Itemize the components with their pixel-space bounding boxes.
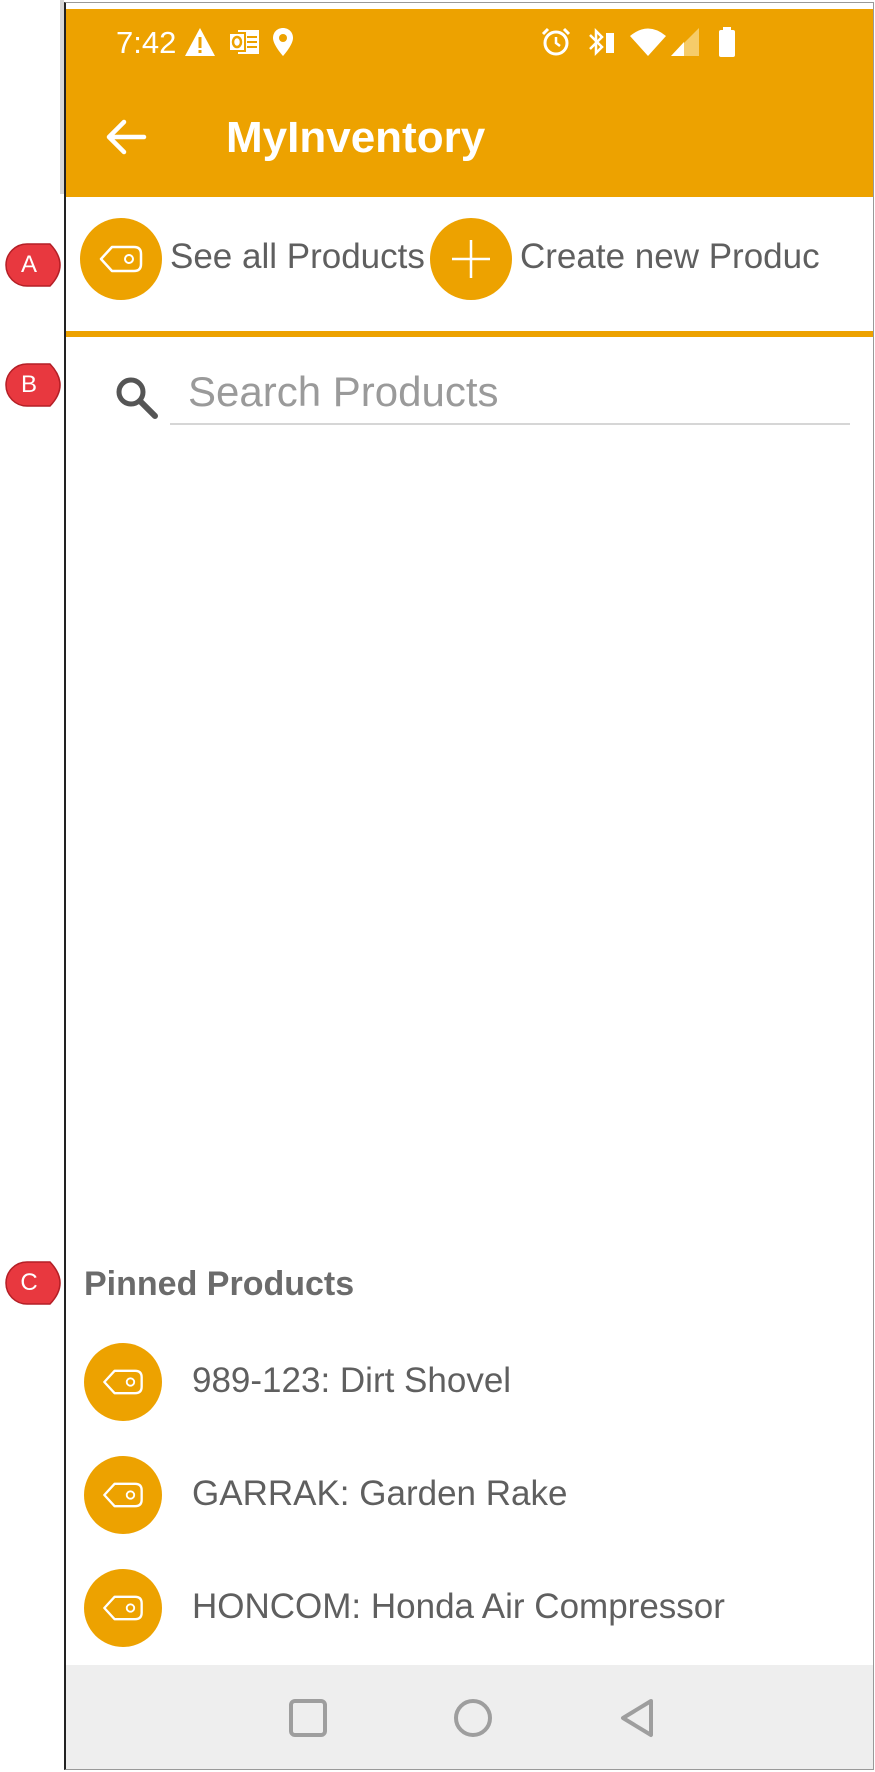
see-all-products-icon-circle xyxy=(80,218,162,300)
callout-b-label: B xyxy=(20,371,37,398)
system-nav-bar xyxy=(66,1665,873,1769)
status-bar: 7:42 xyxy=(66,9,873,79)
status-time: 7:42 xyxy=(116,25,177,60)
pinned-product-item[interactable]: HONCOM: Honda Air Compressor xyxy=(84,1569,844,1649)
tag-icon xyxy=(103,1595,143,1621)
warning-icon xyxy=(185,28,215,56)
tag-icon xyxy=(99,245,143,273)
location-icon xyxy=(273,28,293,56)
tag-icon xyxy=(103,1369,143,1395)
pinned-products-title: Pinned Products xyxy=(84,1265,355,1303)
pinned-product-icon-circle xyxy=(84,1569,162,1647)
search-icon xyxy=(116,377,158,419)
callout-b: B xyxy=(4,362,61,408)
pinned-product-label: 989-123: Dirt Shovel xyxy=(192,1361,512,1400)
bluetooth-icon xyxy=(589,27,614,57)
battery-icon xyxy=(719,27,735,57)
outlook-icon xyxy=(228,30,259,54)
callout-c: C xyxy=(4,1260,61,1306)
see-all-products-label: See all Products xyxy=(170,237,425,276)
recents-square-icon[interactable] xyxy=(283,1693,333,1743)
search-input[interactable] xyxy=(170,361,850,425)
home-circle-icon[interactable] xyxy=(448,1693,498,1743)
pinned-product-item[interactable]: GARRAK: Garden Rake xyxy=(84,1456,844,1536)
create-new-product-icon-circle xyxy=(430,218,512,300)
pinned-product-label: HONCOM: Honda Air Compressor xyxy=(192,1587,725,1626)
signal-icon xyxy=(671,28,699,56)
search-row xyxy=(66,343,873,453)
callout-c-label: C xyxy=(20,1269,38,1296)
wifi-icon xyxy=(630,28,666,56)
create-new-product-label: Create new Produc xyxy=(520,237,820,276)
callout-a-label: A xyxy=(20,251,37,278)
pinned-product-icon-circle xyxy=(84,1343,162,1421)
app-bar: 7:42 MyInventory xyxy=(66,9,873,197)
action-bar: See all Products Create new Produc xyxy=(66,197,873,337)
plus-icon xyxy=(452,240,490,278)
tag-icon xyxy=(103,1482,143,1508)
pinned-product-item[interactable]: 989-123: Dirt Shovel xyxy=(84,1343,844,1423)
phone-screen: 7:42 MyInventory See all Products Create… xyxy=(64,2,874,1770)
alarm-icon xyxy=(541,27,571,56)
pinned-product-label: GARRAK: Garden Rake xyxy=(192,1474,568,1513)
back-triangle-icon[interactable] xyxy=(613,1693,663,1743)
action-bar-divider xyxy=(66,331,873,337)
arrow-back-icon[interactable] xyxy=(104,115,148,159)
page-title: MyInventory xyxy=(226,113,486,162)
pinned-product-icon-circle xyxy=(84,1456,162,1534)
callout-a: A xyxy=(4,242,61,288)
